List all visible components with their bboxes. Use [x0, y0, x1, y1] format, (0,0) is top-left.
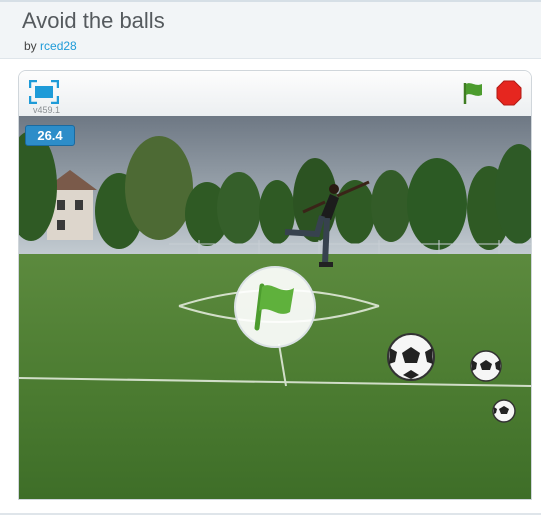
player-controls: v459.1: [19, 71, 531, 117]
project-header: Avoid the balls by rced28: [0, 2, 541, 59]
green-flag-start-icon[interactable]: [234, 266, 316, 348]
project-title: Avoid the balls: [22, 8, 165, 33]
fullscreen-icon[interactable]: [28, 79, 60, 105]
project-player: v459.1 26.4: [18, 70, 532, 500]
soccer-ball-large: [387, 333, 435, 381]
green-flag-icon[interactable]: [460, 80, 486, 106]
stage[interactable]: 26.4: [19, 116, 531, 499]
timer-readout: 26.4: [25, 125, 75, 146]
version-label: v459.1: [33, 105, 61, 115]
soccer-ball-medium: [470, 350, 502, 382]
soccer-ball-small: [492, 399, 516, 423]
by-label: by: [24, 39, 37, 53]
author-line: by rced28: [24, 39, 77, 53]
stop-sign-icon[interactable]: [496, 80, 522, 106]
author-link[interactable]: rced28: [40, 39, 77, 53]
